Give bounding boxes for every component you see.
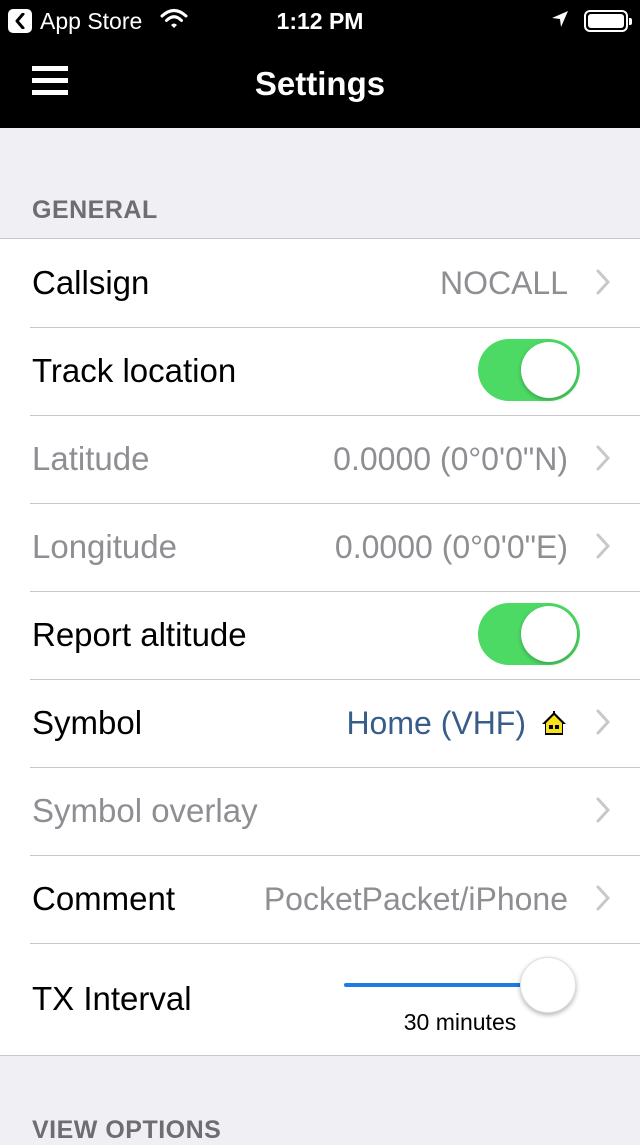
row-symbol-overlay[interactable]: Symbol overlay: [0, 767, 640, 855]
chevron-right-icon: [596, 269, 610, 295]
symbol-value: Home (VHF): [346, 705, 526, 741]
section-header-view-options: VIEW OPTIONS: [32, 1116, 222, 1144]
report-altitude-label: Report altitude: [32, 616, 247, 653]
row-longitude[interactable]: Longitude 0.0000 (0°0'0"E): [0, 503, 640, 591]
battery-icon: [584, 10, 632, 32]
row-tx-interval: TX Interval 30 minutes: [0, 943, 640, 1055]
settings-table-general: Callsign NOCALL Track location Latitude …: [0, 238, 640, 1056]
callsign-value: NOCALL: [439, 265, 568, 301]
track-location-label: Track location: [32, 352, 237, 389]
latitude-label: Latitude: [32, 440, 150, 477]
chevron-right-icon: [596, 445, 610, 471]
row-track-location: Track location: [0, 327, 640, 415]
page-title: Settings: [254, 65, 386, 102]
hamburger-menu-icon[interactable]: [32, 66, 68, 98]
symbol-label: Symbol: [32, 704, 143, 741]
section-header-general: GENERAL: [32, 196, 158, 224]
callsign-label: Callsign: [32, 264, 150, 301]
row-report-altitude: Report altitude: [0, 591, 640, 679]
location-arrow-icon: [550, 9, 570, 34]
chevron-right-icon: [596, 709, 610, 735]
comment-label: Comment: [32, 880, 176, 917]
row-callsign[interactable]: Callsign NOCALL: [0, 239, 640, 327]
chevron-right-icon: [596, 885, 610, 911]
comment-value: PocketPacket/iPhone: [263, 881, 568, 917]
chevron-right-icon: [596, 533, 610, 559]
status-time: 1:12 PM: [276, 8, 364, 34]
row-symbol[interactable]: Symbol Home (VHF): [0, 679, 640, 767]
chevron-right-icon: [596, 797, 610, 823]
status-bar: App Store 1:12 PM: [0, 0, 640, 40]
house-icon: [542, 711, 566, 735]
track-location-toggle[interactable]: [478, 339, 580, 401]
report-altitude-toggle[interactable]: [478, 603, 580, 665]
tx-interval-slider-track[interactable]: [344, 983, 548, 987]
navigation-bar: Settings: [0, 40, 640, 128]
tx-interval-label: TX Interval: [32, 980, 192, 1017]
latitude-value: 0.0000 (0°0'0"N): [333, 441, 568, 477]
longitude-label: Longitude: [32, 528, 177, 565]
tx-interval-value: 30 minutes: [403, 1009, 517, 1035]
row-comment[interactable]: Comment PocketPacket/iPhone: [0, 855, 640, 943]
symbol-overlay-label: Symbol overlay: [32, 792, 258, 829]
tx-interval-slider-thumb[interactable]: [520, 957, 576, 1013]
row-latitude[interactable]: Latitude 0.0000 (0°0'0"N): [0, 415, 640, 503]
symbol-value-group: Home (VHF): [346, 679, 568, 767]
longitude-value: 0.0000 (0°0'0"E): [334, 529, 568, 565]
